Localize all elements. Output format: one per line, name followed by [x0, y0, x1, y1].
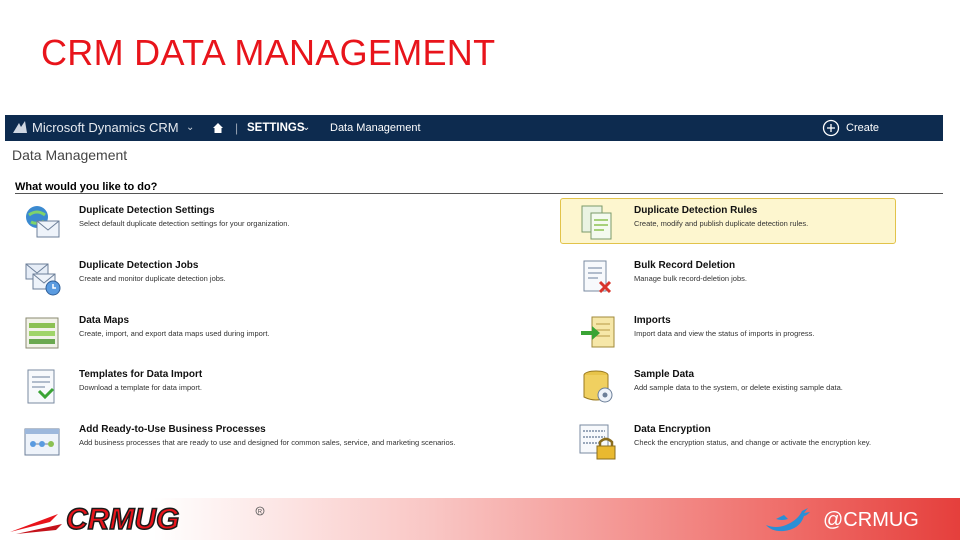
- option-title: Imports: [634, 315, 671, 326]
- option-description: Select default duplicate detection setti…: [79, 219, 290, 228]
- twitter-bird-icon: [766, 508, 810, 532]
- option-duplicate-detection-jobs[interactable]: Duplicate Detection Jobs Create and moni…: [23, 258, 353, 302]
- option-templates-for-data-import[interactable]: Templates for Data Import Download a tem…: [23, 367, 353, 411]
- option-bulk-record-deletion[interactable]: Bulk Record Deletion Manage bulk record-…: [578, 258, 908, 302]
- flask-icon: [583, 370, 613, 403]
- option-title: Duplicate Detection Settings: [79, 205, 215, 216]
- logo-text: CRMUG: [66, 503, 179, 536]
- settings-menu[interactable]: SETTINGS: [247, 115, 305, 141]
- svg-text:R: R: [258, 510, 263, 516]
- option-title: Data Maps: [79, 315, 130, 326]
- template-download-icon: [27, 369, 55, 404]
- breadcrumb[interactable]: Data Management: [330, 115, 421, 141]
- document-delete-icon: [583, 260, 612, 294]
- option-sample-data[interactable]: Sample Data Add sample data to the syste…: [578, 367, 908, 411]
- import-icon: [581, 316, 615, 348]
- twitter-handle[interactable]: @CRMUG: [823, 509, 919, 532]
- top-nav-bar: Microsoft Dynamics CRM ⌄ | SETTINGS ⌄ Da…: [5, 115, 943, 141]
- option-imports[interactable]: Imports Import data and view the status …: [578, 313, 908, 357]
- option-title: Bulk Record Deletion: [634, 260, 736, 271]
- option-description: Check the encryption status, and change …: [634, 438, 872, 447]
- option-description: Create, modify and publish duplicate det…: [634, 219, 809, 228]
- app-brand[interactable]: Microsoft Dynamics CRM: [32, 115, 179, 141]
- option-title: Templates for Data Import: [79, 369, 203, 380]
- create-button[interactable]: Create: [846, 115, 879, 141]
- option-description: Download a template for data import.: [79, 383, 202, 392]
- data-map-icon: [25, 317, 59, 349]
- chevron-down-icon[interactable]: ⌄: [186, 115, 194, 141]
- option-title: Add Ready-to-Use Business Processes: [79, 424, 266, 435]
- option-title: Duplicate Detection Jobs: [79, 260, 199, 271]
- option-duplicate-detection-settings[interactable]: Duplicate Detection Settings Select defa…: [23, 203, 353, 247]
- chevron-down-icon[interactable]: ⌄: [302, 115, 310, 141]
- option-add-business-processes[interactable]: Add Ready-to-Use Business Processes Add …: [23, 422, 455, 466]
- option-description: Create and monitor duplicate detection j…: [79, 274, 226, 283]
- home-icon[interactable]: [212, 115, 224, 141]
- globe-envelope-icon: [26, 206, 60, 238]
- option-description: Manage bulk record-deletion jobs.: [634, 274, 747, 283]
- business-process-icon: [24, 428, 60, 456]
- crm-screenshot: Microsoft Dynamics CRM ⌄ | SETTINGS ⌄ Da…: [5, 115, 943, 460]
- dynamics-logo-icon: [13, 121, 27, 133]
- divider: [15, 193, 943, 194]
- lock-icon: [579, 424, 616, 460]
- slide-title: CRM DATA MANAGEMENT: [41, 32, 496, 73]
- option-title: Sample Data: [634, 369, 695, 380]
- page-title: Data Management: [12, 147, 128, 163]
- option-data-encryption[interactable]: Data Encryption Check the encryption sta…: [578, 422, 908, 466]
- section-heading: What would you like to do?: [15, 181, 158, 193]
- option-description: Add sample data to the system, or delete…: [634, 383, 843, 392]
- option-description: Create, import, and export data maps use…: [79, 329, 270, 338]
- option-data-maps[interactable]: Data Maps Create, import, and export dat…: [23, 313, 353, 357]
- nav-separator: |: [235, 121, 239, 135]
- option-description: Import data and view the status of impor…: [634, 329, 815, 338]
- option-description: Add business processes that are ready to…: [79, 438, 456, 447]
- envelopes-clock-icon: [25, 263, 61, 296]
- documents-check-icon: [581, 205, 612, 240]
- crmug-logo: CRMUG R: [10, 502, 265, 536]
- option-title: Duplicate Detection Rules: [634, 205, 758, 216]
- plus-circle-icon[interactable]: [822, 119, 840, 137]
- option-duplicate-detection-rules[interactable]: Duplicate Detection Rules Create, modify…: [560, 198, 908, 247]
- option-title: Data Encryption: [634, 424, 711, 435]
